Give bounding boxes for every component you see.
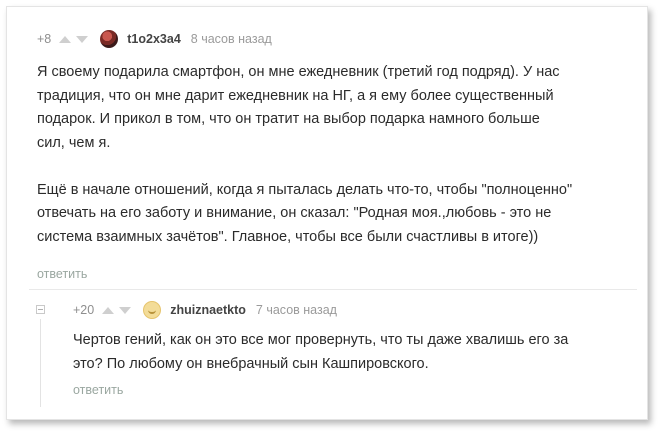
comment-1-line: подарок. И прикол в том, что он тратит н… bbox=[37, 111, 540, 127]
comment-1-rating: +8 bbox=[37, 32, 52, 46]
comment-2-author[interactable]: zhuiznaetkto bbox=[170, 303, 246, 317]
downvote-icon[interactable] bbox=[76, 35, 89, 43]
comment-1-header: +8 t1o2x3a4 8 часов назад bbox=[37, 30, 272, 48]
comment-1-body: Я своему подарила смартфон, он мне ежедн… bbox=[37, 61, 637, 249]
comment-thread-card: +8 t1o2x3a4 8 часов назад Я своему подар… bbox=[6, 6, 648, 420]
comment-2-line: это? По любому он внебрачный сын Кашпиро… bbox=[73, 355, 429, 372]
comment-1-line: отвечать на его заботу и внимание, он ск… bbox=[37, 205, 552, 221]
comment-1-line: система взаимных зачётов". Главное, чтоб… bbox=[37, 228, 539, 245]
comment-2-reply-link[interactable]: ответить bbox=[73, 383, 123, 397]
comment-1-line: традиция, что он мне дарит ежедневник на… bbox=[37, 87, 554, 104]
smiley-avatar-icon[interactable] bbox=[143, 301, 162, 319]
collapse-thread-icon[interactable] bbox=[36, 305, 45, 314]
thread-line bbox=[40, 319, 41, 407]
comment-1-reply-link[interactable]: ответить bbox=[37, 267, 87, 281]
comment-1-time[interactable]: 8 часов назад bbox=[191, 32, 272, 46]
comment-divider bbox=[29, 289, 637, 290]
comment-1-author[interactable]: t1o2x3a4 bbox=[127, 32, 181, 46]
comment-2-header: +20 zhuiznaetkto 7 часов назад bbox=[73, 301, 337, 319]
comment-1-line: Я своему подарила смартфон, он мне ежедн… bbox=[37, 64, 560, 80]
downvote-icon[interactable] bbox=[119, 306, 132, 314]
comment-1-line: Ещё в начале отношений, когда я пыталась… bbox=[37, 181, 573, 198]
comment-2-body: Чертов гений, как он это все мог проверн… bbox=[73, 329, 638, 376]
comment-2-time[interactable]: 7 часов назад bbox=[256, 303, 337, 317]
upvote-icon[interactable] bbox=[102, 306, 115, 314]
comment-1-line: сил, чем я. bbox=[37, 134, 111, 151]
comment-2-rating: +20 bbox=[73, 303, 95, 317]
comment-2-line: Чертов гений, как он это все мог проверн… bbox=[73, 332, 569, 348]
upvote-icon[interactable] bbox=[59, 35, 72, 43]
comment-1-line bbox=[37, 155, 637, 179]
user-avatar-icon[interactable] bbox=[100, 30, 119, 48]
